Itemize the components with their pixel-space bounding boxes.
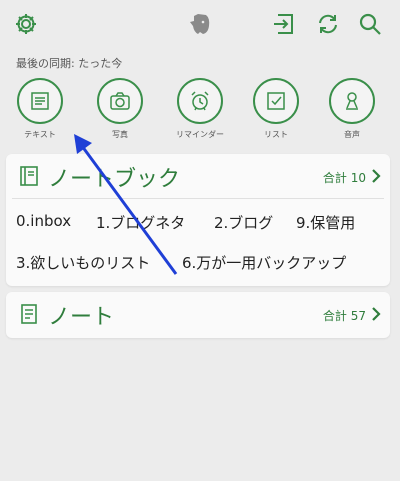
chevron-right-icon bbox=[372, 307, 381, 321]
notebook-item[interactable]: 0.inbox bbox=[16, 212, 71, 230]
quick-action-label: リスト bbox=[264, 130, 288, 139]
notebooks-card: ノートブック 合計 10 0.inbox 1.ブログネタ 2.ブログ 9.保管用… bbox=[6, 154, 390, 286]
chevron-right-icon bbox=[372, 169, 381, 183]
camera-icon bbox=[110, 92, 130, 110]
divider bbox=[12, 198, 384, 199]
notebook-item[interactable]: 1.ブログネタ bbox=[96, 212, 185, 233]
sync-status: 最後の同期: たった今 bbox=[16, 57, 123, 70]
notebooks-header[interactable]: ノートブック 合計 10 bbox=[6, 154, 390, 198]
microphone-icon bbox=[346, 92, 358, 110]
notebook-item[interactable]: 3.欲しいものリスト bbox=[16, 252, 150, 273]
notes-title: ノート bbox=[48, 305, 115, 330]
notes-header[interactable]: ノート 合計 57 bbox=[6, 292, 390, 336]
top-bar bbox=[0, 0, 400, 48]
quick-action-audio[interactable]: 音声 bbox=[324, 78, 380, 140]
quick-action-label: 音声 bbox=[344, 130, 360, 139]
quick-action-label: リマインダー bbox=[176, 130, 224, 139]
alarm-clock-icon bbox=[191, 91, 209, 111]
notebooks-count: 合計 10 bbox=[322, 171, 366, 185]
evernote-elephant-icon bbox=[186, 10, 214, 38]
notebook-item[interactable]: 2.ブログ bbox=[214, 212, 273, 233]
checkbox-icon bbox=[267, 92, 285, 110]
quick-action-text[interactable]: テキスト bbox=[12, 78, 68, 140]
notes-card[interactable]: ノート 合計 57 bbox=[6, 292, 390, 338]
quick-action-photo[interactable]: 写真 bbox=[92, 78, 148, 140]
note-icon bbox=[21, 304, 37, 324]
sync-icon[interactable] bbox=[314, 10, 342, 38]
quick-action-label: テキスト bbox=[24, 130, 56, 139]
share-arrow-icon[interactable] bbox=[270, 10, 298, 38]
quick-action-list[interactable]: リスト bbox=[248, 78, 304, 140]
text-note-icon bbox=[31, 92, 49, 110]
gear-icon[interactable] bbox=[12, 10, 40, 38]
notebook-item[interactable]: 6.万が一用バックアップ bbox=[182, 252, 346, 273]
notebook-icon bbox=[20, 166, 38, 186]
notebook-item[interactable]: 9.保管用 bbox=[296, 212, 355, 233]
quick-action-label: 写真 bbox=[112, 130, 128, 139]
notebooks-title: ノートブック bbox=[48, 167, 181, 192]
search-icon[interactable] bbox=[356, 10, 384, 38]
quick-action-reminder[interactable]: リマインダー bbox=[172, 78, 228, 140]
notes-count: 合計 57 bbox=[322, 309, 366, 323]
